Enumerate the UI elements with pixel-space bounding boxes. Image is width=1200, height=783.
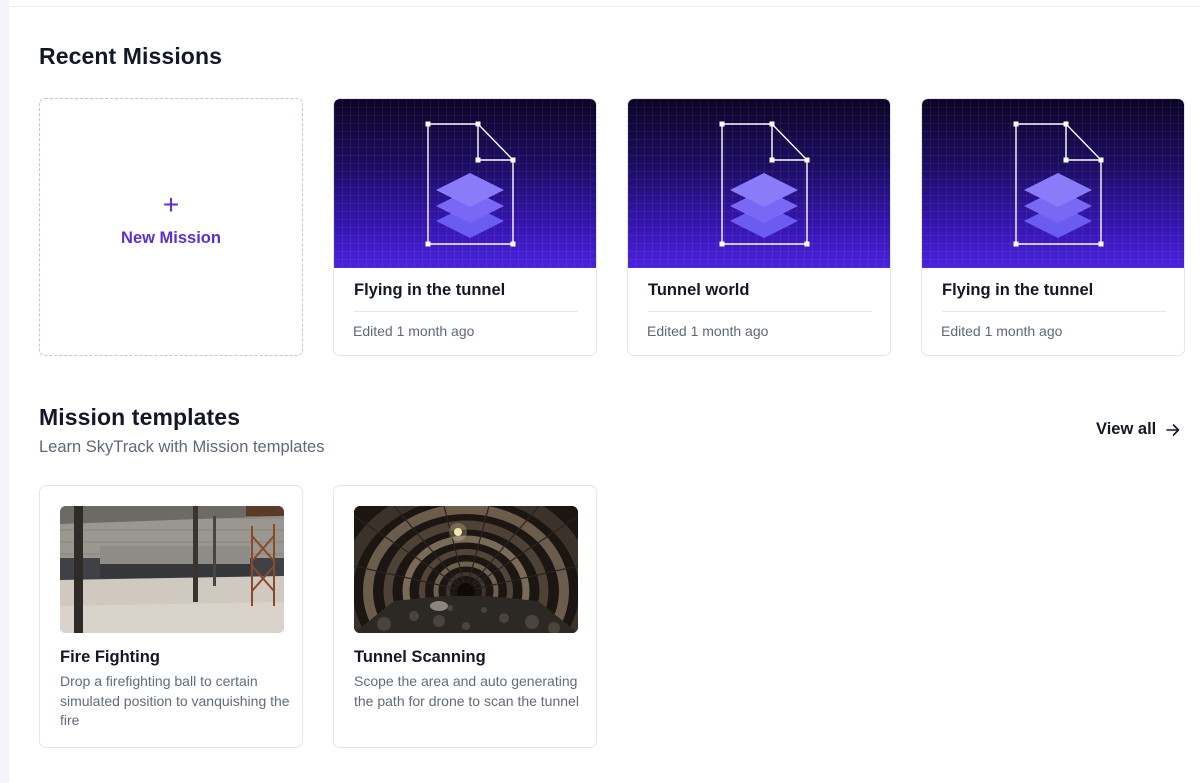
mission-name: Flying in the tunnel <box>354 281 506 299</box>
mission-templates-title: Mission templates <box>39 404 241 430</box>
document-layers-icon <box>425 121 516 247</box>
template-card-tunnel-scanning[interactable]: Tunnel Scanning Scope the area and auto … <box>333 485 597 748</box>
new-mission-label: New Mission <box>121 228 221 247</box>
template-card-fire-fighting[interactable]: Fire Fighting Drop a firefighting ball t… <box>39 485 303 748</box>
left-rail <box>0 0 9 783</box>
template-image <box>60 506 284 633</box>
recent-missions-title: Recent Missions <box>39 43 222 69</box>
mission-name: Flying in the tunnel <box>942 281 1094 299</box>
mission-thumbnail <box>922 99 1184 268</box>
document-layers-icon <box>1013 121 1104 247</box>
mission-card[interactable]: Tunnel world Edited 1 month ago <box>627 98 891 356</box>
mission-edited-time: Edited 1 month ago <box>353 323 475 339</box>
template-image <box>354 506 578 633</box>
mission-name: Tunnel world <box>648 281 750 299</box>
top-divider <box>9 6 1200 7</box>
card-divider <box>354 311 578 312</box>
template-name: Fire Fighting <box>60 648 160 666</box>
view-all-link[interactable]: View all <box>1096 420 1180 439</box>
mission-card[interactable]: Flying in the tunnel Edited 1 month ago <box>333 98 597 356</box>
template-description: Drop a firefighting ball to certain simu… <box>60 673 290 728</box>
template-name: Tunnel Scanning <box>354 648 486 666</box>
mission-thumbnail <box>334 99 596 268</box>
mission-edited-time: Edited 1 month ago <box>941 323 1063 339</box>
arrow-right-icon <box>1166 423 1180 436</box>
new-mission-button[interactable]: + New Mission <box>39 98 303 356</box>
mission-templates-subtitle: Learn SkyTrack with Mission templates <box>39 438 325 456</box>
mission-thumbnail <box>628 99 890 268</box>
document-layers-icon <box>719 121 810 247</box>
view-all-label: View all <box>1096 420 1157 438</box>
mission-card[interactable]: Flying in the tunnel Edited 1 month ago <box>921 98 1185 356</box>
plus-icon: + <box>162 188 180 220</box>
card-divider <box>942 311 1166 312</box>
card-divider <box>648 311 872 312</box>
mission-edited-time: Edited 1 month ago <box>647 323 769 339</box>
template-description: Scope the area and auto generating the p… <box>354 673 579 709</box>
